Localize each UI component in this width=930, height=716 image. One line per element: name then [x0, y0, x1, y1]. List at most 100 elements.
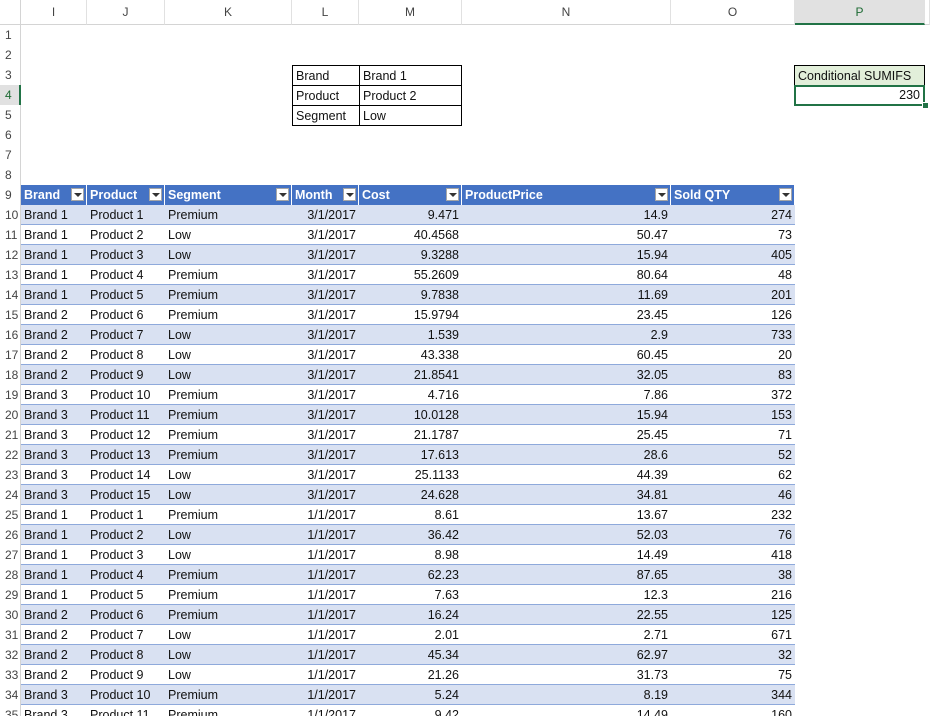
row-header-35[interactable]: 35: [0, 705, 21, 716]
table-cell[interactable]: Low: [165, 345, 292, 365]
table-cell[interactable]: 5.24: [359, 685, 462, 705]
table-cell[interactable]: Product 11: [87, 705, 165, 716]
column-header-n[interactable]: N: [462, 0, 671, 25]
table-cell[interactable]: 80.64: [462, 265, 671, 285]
row-header-6[interactable]: 6: [0, 125, 21, 145]
table-cell[interactable]: 38: [671, 565, 795, 585]
table-cell[interactable]: Product 5: [87, 585, 165, 605]
table-cell[interactable]: Product 9: [87, 665, 165, 685]
row-header-21[interactable]: 21: [0, 425, 21, 445]
table-cell[interactable]: Brand 1: [21, 565, 87, 585]
table-cell[interactable]: 83: [671, 365, 795, 385]
table-cell[interactable]: Brand 1: [21, 285, 87, 305]
table-cell[interactable]: 21.1787: [359, 425, 462, 445]
row-header-33[interactable]: 33: [0, 665, 21, 685]
column-header-l[interactable]: L: [292, 0, 359, 25]
table-cell[interactable]: 9.42: [359, 705, 462, 716]
table-cell[interactable]: 23.45: [462, 305, 671, 325]
table-cell[interactable]: Low: [165, 525, 292, 545]
table-cell[interactable]: 46: [671, 485, 795, 505]
row-header-16[interactable]: 16: [0, 325, 21, 345]
row-header-26[interactable]: 26: [0, 525, 21, 545]
table-cell[interactable]: Product 3: [87, 245, 165, 265]
table-cell[interactable]: Premium: [165, 605, 292, 625]
table-cell[interactable]: 3/1/2017: [292, 205, 359, 225]
table-cell[interactable]: 15.94: [462, 405, 671, 425]
column-header-i[interactable]: I: [21, 0, 87, 25]
table-cell[interactable]: 21.8541: [359, 365, 462, 385]
table-cell[interactable]: 201: [671, 285, 795, 305]
table-cell[interactable]: Product 6: [87, 305, 165, 325]
table-header-product[interactable]: Product: [87, 185, 165, 205]
table-cell[interactable]: 3/1/2017: [292, 385, 359, 405]
table-cell[interactable]: Low: [165, 365, 292, 385]
table-cell[interactable]: 25.1133: [359, 465, 462, 485]
table-cell[interactable]: 3/1/2017: [292, 425, 359, 445]
table-cell[interactable]: 3/1/2017: [292, 345, 359, 365]
row-header-23[interactable]: 23: [0, 465, 21, 485]
table-cell[interactable]: Premium: [165, 205, 292, 225]
table-cell[interactable]: 1/1/2017: [292, 545, 359, 565]
table-cell[interactable]: 405: [671, 245, 795, 265]
table-cell[interactable]: 73: [671, 225, 795, 245]
table-cell[interactable]: 25.45: [462, 425, 671, 445]
table-cell[interactable]: 14.9: [462, 205, 671, 225]
table-header-brand[interactable]: Brand: [21, 185, 87, 205]
table-cell[interactable]: 17.613: [359, 445, 462, 465]
table-cell[interactable]: Product 6: [87, 605, 165, 625]
table-cell[interactable]: 14.49: [462, 545, 671, 565]
table-cell[interactable]: Premium: [165, 265, 292, 285]
table-cell[interactable]: Brand 3: [21, 465, 87, 485]
table-cell[interactable]: Premium: [165, 405, 292, 425]
table-cell[interactable]: 1/1/2017: [292, 585, 359, 605]
table-cell[interactable]: 126: [671, 305, 795, 325]
row-header-18[interactable]: 18: [0, 365, 21, 385]
table-cell[interactable]: 87.65: [462, 565, 671, 585]
table-cell[interactable]: Premium: [165, 585, 292, 605]
table-cell[interactable]: 8.61: [359, 505, 462, 525]
sumifs-header-cell[interactable]: Conditional SUMIFS: [794, 65, 925, 86]
table-cell[interactable]: Low: [165, 225, 292, 245]
table-cell[interactable]: 8.19: [462, 685, 671, 705]
table-cell[interactable]: 9.3288: [359, 245, 462, 265]
criteria-value-brand[interactable]: Brand 1: [359, 65, 462, 86]
table-cell[interactable]: Brand 3: [21, 425, 87, 445]
table-cell[interactable]: Premium: [165, 285, 292, 305]
table-cell[interactable]: 216: [671, 585, 795, 605]
table-cell[interactable]: Product 12: [87, 425, 165, 445]
table-cell[interactable]: 125: [671, 605, 795, 625]
table-cell[interactable]: 43.338: [359, 345, 462, 365]
table-cell[interactable]: 32: [671, 645, 795, 665]
table-cell[interactable]: 2.9: [462, 325, 671, 345]
table-cell[interactable]: 71: [671, 425, 795, 445]
table-cell[interactable]: 36.42: [359, 525, 462, 545]
table-cell[interactable]: 21.26: [359, 665, 462, 685]
row-header-2[interactable]: 2: [0, 45, 21, 65]
table-cell[interactable]: Brand 2: [21, 345, 87, 365]
criteria-label-segment[interactable]: Segment: [292, 105, 360, 126]
row-header-27[interactable]: 27: [0, 545, 21, 565]
table-cell[interactable]: Brand 1: [21, 265, 87, 285]
table-cell[interactable]: Product 10: [87, 385, 165, 405]
table-cell[interactable]: 3/1/2017: [292, 265, 359, 285]
table-cell[interactable]: Product 15: [87, 485, 165, 505]
table-header-month[interactable]: Month: [292, 185, 359, 205]
row-header-30[interactable]: 30: [0, 605, 21, 625]
table-cell[interactable]: 1/1/2017: [292, 665, 359, 685]
table-cell[interactable]: Brand 2: [21, 365, 87, 385]
row-header-29[interactable]: 29: [0, 585, 21, 605]
table-cell[interactable]: 3/1/2017: [292, 325, 359, 345]
row-header-1[interactable]: 1: [0, 25, 21, 45]
row-header-19[interactable]: 19: [0, 385, 21, 405]
row-header-22[interactable]: 22: [0, 445, 21, 465]
row-header-10[interactable]: 10: [0, 205, 21, 225]
table-cell[interactable]: Premium: [165, 305, 292, 325]
table-cell[interactable]: Brand 2: [21, 605, 87, 625]
row-header-7[interactable]: 7: [0, 145, 21, 165]
row-header-4[interactable]: 4: [0, 85, 21, 105]
table-cell[interactable]: 28.6: [462, 445, 671, 465]
table-cell[interactable]: 14.49: [462, 705, 671, 716]
table-cell[interactable]: Low: [165, 545, 292, 565]
row-header-15[interactable]: 15: [0, 305, 21, 325]
table-cell[interactable]: 372: [671, 385, 795, 405]
